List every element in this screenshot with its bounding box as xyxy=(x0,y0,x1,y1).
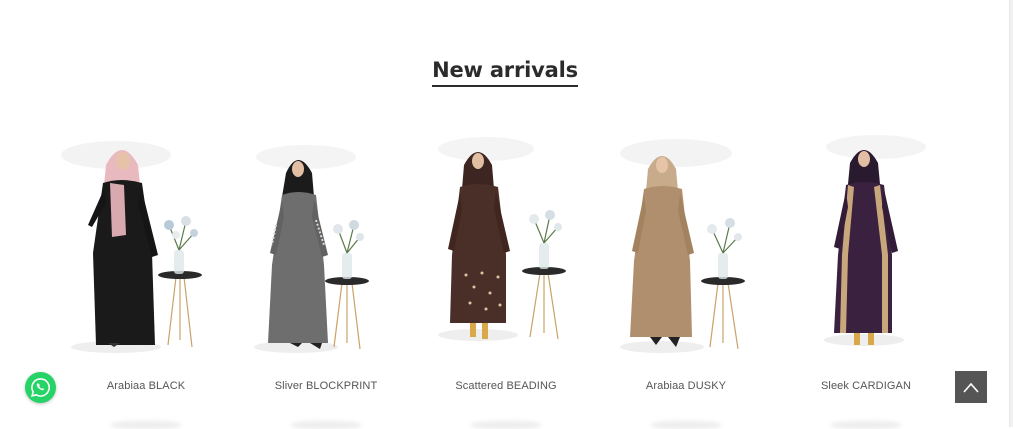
product-name[interactable]: Scattered BEADING xyxy=(416,380,596,392)
product-card[interactable]: Arabiaa DUSKY xyxy=(596,125,776,400)
scroll-to-top-button[interactable] xyxy=(955,371,987,403)
next-product-image xyxy=(56,415,236,429)
product-card[interactable]: Scattered BEADING xyxy=(416,125,596,400)
product-image[interactable] xyxy=(236,125,416,357)
section-title: New arrivals xyxy=(432,58,578,87)
product-carousel: Arabiaa BLACK Sliver BLOCKPRINT Scattere… xyxy=(56,125,966,405)
whatsapp-icon xyxy=(31,378,50,397)
product-card[interactable]: Sleek CARDIGAN xyxy=(776,125,956,400)
product-name[interactable]: Arabiaa BLACK xyxy=(56,380,236,392)
product-image[interactable] xyxy=(416,125,596,357)
product-name[interactable]: Arabiaa DUSKY xyxy=(596,380,776,392)
section-header: New arrivals xyxy=(0,58,1010,87)
next-product-image xyxy=(596,415,776,429)
product-image[interactable] xyxy=(776,125,956,357)
next-products-row xyxy=(56,415,966,429)
product-image[interactable] xyxy=(56,125,236,357)
next-product-image xyxy=(236,415,416,429)
next-product-image xyxy=(776,415,956,429)
chevron-up-icon xyxy=(963,382,979,393)
next-product-image xyxy=(416,415,596,429)
whatsapp-button[interactable] xyxy=(25,372,56,403)
product-image[interactable] xyxy=(596,125,776,357)
product-card[interactable]: Sliver BLOCKPRINT xyxy=(236,125,416,400)
product-name[interactable]: Sliver BLOCKPRINT xyxy=(236,380,416,392)
product-name[interactable]: Sleek CARDIGAN xyxy=(776,380,956,392)
product-card[interactable]: Arabiaa BLACK xyxy=(56,125,236,400)
